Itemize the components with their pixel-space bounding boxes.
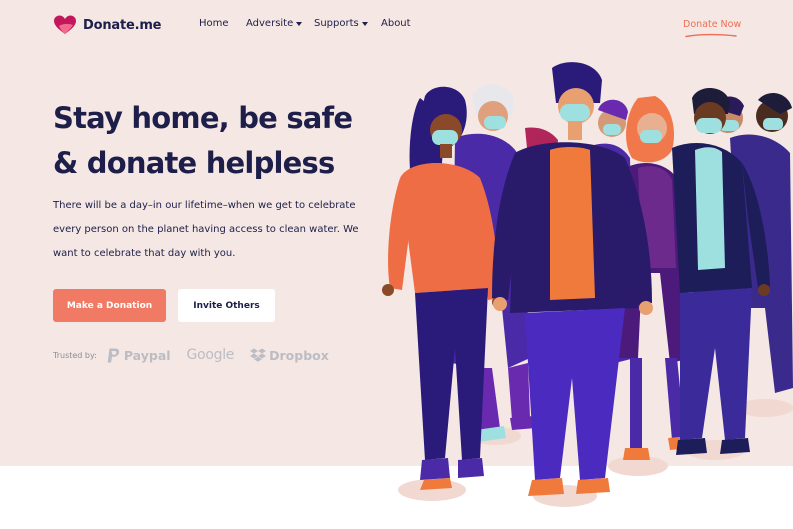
paypal-logo: Paypal [107,348,171,363]
caret-down-icon [296,21,303,26]
description-line: There will be a day–in our lifetime–when… [53,200,356,211]
nav-item-label: About [381,18,411,29]
heart-icon [54,15,76,34]
description-line: every person on the planet having access… [53,224,359,235]
dropbox-icon [250,348,267,362]
nav-item-label: Home [199,18,229,29]
paypal-icon [107,348,119,362]
nav-item-about[interactable]: About [381,18,421,29]
main-menu: Home Adversite Supports About [199,18,421,29]
nav-item-adversite[interactable]: Adversite [246,18,314,29]
hero-description: There will be a day–in our lifetime–when… [53,194,359,266]
nav-item-label: Adversite [246,18,294,29]
invite-others-button[interactable]: Invite Others [178,289,275,322]
donate-now-link[interactable]: Donate Now [683,19,741,30]
description-line: want to celebrate that day with you. [53,248,236,259]
hero-headline: Stay home, be safe & donate helpless [53,96,383,186]
nav-item-supports[interactable]: Supports [314,18,381,29]
headline-line-1: Stay home, be safe [53,101,353,135]
crowd-illustration [382,62,793,507]
make-donation-button[interactable]: Make a Donation [53,289,166,322]
caret-down-icon [361,21,368,26]
trusted-by: Trusted by: Paypal Google Dropbox [53,345,345,365]
dropbox-logo: Dropbox [250,348,329,363]
trusted-label: Trusted by: [53,350,97,360]
logo-text: Dropbox [269,347,329,363]
google-logo: Google [187,347,235,363]
nav-item-label: Supports [314,18,359,29]
brand-name: Donate.me [83,17,162,33]
underline-decoration [685,33,737,38]
nav-item-home[interactable]: Home [199,18,246,29]
top-navigation: Donate.me Home Adversite Supports About … [0,0,793,50]
logo-text: Paypal [123,347,171,363]
brand-logo[interactable]: Donate.me [53,14,161,36]
headline-line-2: & donate helpless [53,146,335,180]
logo-text: Google [186,347,235,363]
